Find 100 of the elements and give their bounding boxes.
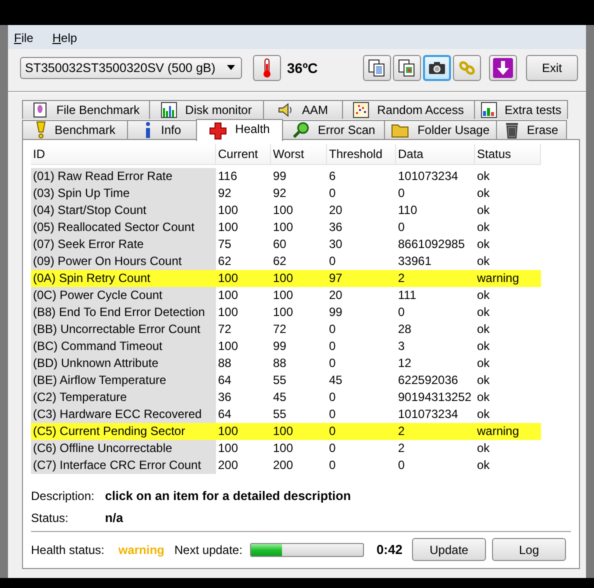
tab[interactable]: Benchmark [22, 120, 128, 139]
table-cell-text: 8661092985 [397, 236, 466, 253]
column-header[interactable]: Worst [271, 144, 327, 165]
tool-button[interactable] [363, 54, 391, 81]
table-cell-text: 55 [272, 406, 288, 423]
table-cell: (0A) Spin Retry Count [31, 270, 216, 287]
temperature-reading: 36ºC [287, 60, 318, 76]
table-cell-text: 0 [397, 456, 406, 474]
tool-button[interactable] [489, 54, 517, 81]
table-cell-text: 200 [217, 456, 240, 474]
table-cell-text: 0 [397, 304, 406, 321]
action-button[interactable]: Update [412, 538, 486, 562]
chain-icon [458, 58, 476, 77]
table-cell-text: 92 [217, 184, 232, 202]
table-cell-text: 88 [272, 354, 288, 372]
menu-item[interactable]: Help [52, 30, 78, 46]
table-cell-text: 100 [217, 304, 240, 321]
table-cell-text: 20 [328, 202, 344, 219]
table-cell-text: 12 [397, 354, 412, 372]
table-cell-text: 90194313252 [397, 388, 472, 406]
table-cell-text: ok [476, 372, 491, 389]
table-cell-text: 200 [272, 456, 294, 474]
tab[interactable]: Erase [496, 120, 567, 139]
table-cell: 0 [327, 422, 396, 440]
table-cell-text: 0 [328, 406, 337, 423]
table-cell-text: 0 [328, 184, 337, 202]
action-button[interactable]: Log [492, 538, 566, 562]
table-cell-text: 72 [217, 320, 232, 338]
table-cell-text: ok [476, 236, 491, 253]
table-cell-text: 0 [328, 440, 337, 457]
table-cell: 97 [327, 270, 396, 287]
table-cell: (09) Power On Hours Count [31, 252, 216, 270]
tab[interactable]: File Benchmark [22, 100, 150, 119]
table-cell-text: 100 [217, 338, 240, 355]
table-cell-text: 62 [272, 252, 288, 270]
table-cell: 100 [271, 422, 327, 440]
column-header[interactable]: ID [31, 144, 216, 165]
table-cell: (03) Spin Up Time [31, 184, 216, 202]
tab[interactable]: Random Access [342, 100, 475, 119]
table-cell-text: 100 [272, 440, 294, 457]
table-cell-text: 0 [328, 252, 337, 270]
tab[interactable]: Info [127, 120, 197, 139]
table-cell-text: 36 [328, 218, 344, 236]
table-cell: (C3) Hardware ECC Recovered [31, 406, 216, 423]
table-cell-text: ok [476, 252, 491, 270]
thermometer-button[interactable] [253, 54, 281, 81]
table-cell-text: 75 [217, 236, 232, 253]
column-header[interactable]: Status [475, 144, 541, 165]
table-cell-text: ok [476, 388, 491, 406]
table-cell-text: 60 [272, 236, 288, 253]
table-cell-text: 0 [328, 320, 337, 338]
table-cell-text: ok [476, 456, 491, 474]
column-header[interactable]: Data [396, 144, 475, 165]
table-cell: warning [475, 270, 541, 287]
table-cell: (05) Reallocated Sector Count [31, 218, 216, 236]
table-cell-text: 30 [328, 236, 344, 253]
camera-icon [428, 60, 446, 76]
table-cell: (07) Seek Error Rate [31, 236, 216, 253]
table-cell-text: 0 [328, 354, 337, 372]
cross-icon [209, 122, 228, 140]
table-cell-text: 2 [397, 440, 406, 457]
table-cell-text: 33961 [397, 252, 432, 270]
tab[interactable]: Folder Usage [384, 120, 497, 139]
table-cell-text: 116 [217, 168, 238, 185]
table-cell: (BE) Airflow Temperature [31, 372, 216, 389]
scatter-plot-icon [353, 102, 370, 118]
tool-button[interactable] [393, 54, 421, 81]
column-header[interactable]: Current [216, 144, 271, 165]
dropdown-arrow-icon [227, 65, 235, 70]
table-cell-text: 100 [272, 286, 294, 304]
table-cell-text: 100 [272, 202, 294, 219]
table-cell-text: 36 [217, 388, 232, 406]
table-cell-text: ok [476, 184, 491, 202]
drive-dropdown[interactable]: ST350032ST3500320SV (500 gB) [20, 56, 242, 79]
table-cell-text: 72 [272, 320, 288, 338]
table-cell: (C7) Interface CRC Error Count [31, 456, 216, 474]
table-cell: (BB) Uncorrectable Error Count [31, 320, 216, 338]
tab[interactable]: Error Scan [282, 120, 385, 139]
field-value: n/a [105, 510, 124, 527]
table-cell: warning [475, 422, 541, 440]
table-cell-text: 92 [272, 184, 288, 202]
file-icon [32, 102, 48, 118]
table-cell-text: 0 [328, 338, 337, 355]
tab[interactable]: AAM [263, 100, 343, 119]
table-cell-text: ok [476, 338, 491, 355]
table-cell-text: ok [476, 168, 491, 185]
tab[interactable]: Extra tests [474, 100, 568, 119]
tab[interactable]: Health [196, 118, 283, 141]
speaker-icon [278, 102, 294, 118]
menu-item[interactable]: File [14, 30, 34, 46]
tool-button[interactable] [423, 54, 451, 81]
grid-chart-icon [480, 102, 497, 118]
table-cell-text: 100 [217, 202, 240, 219]
tab[interactable]: Disk monitor [149, 100, 264, 119]
exit-button[interactable]: Exit [526, 54, 578, 81]
table-cell: (04) Start/Stop Count [31, 202, 216, 219]
table-cell-text: ok [476, 354, 491, 372]
table-cell: 2 [396, 270, 475, 287]
table-cell-text: 28 [397, 320, 412, 338]
column-header[interactable]: Threshold [327, 144, 396, 165]
